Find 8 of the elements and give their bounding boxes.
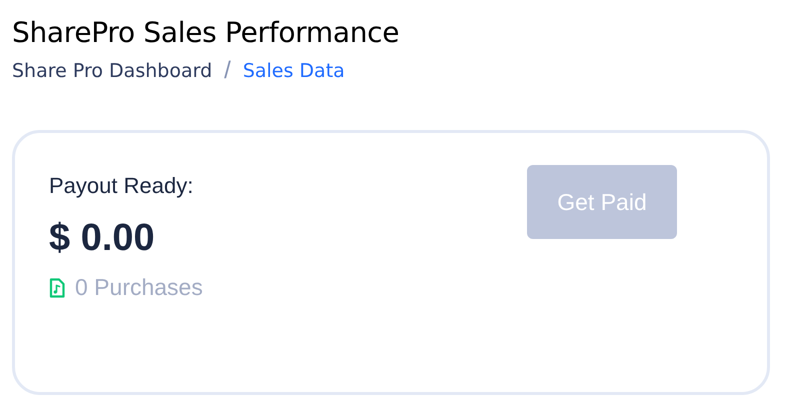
music-file-icon bbox=[49, 278, 65, 298]
page-title: SharePro Sales Performance bbox=[12, 15, 400, 51]
breadcrumb-link[interactable]: Share Pro Dashboard bbox=[12, 60, 212, 82]
purchases-count: 0 Purchases bbox=[75, 274, 203, 301]
breadcrumb-separator: / bbox=[224, 57, 231, 85]
breadcrumb-link[interactable]: Sales Data bbox=[242, 60, 345, 82]
payout-label: Payout Ready: bbox=[49, 173, 194, 199]
payout-amount: $ 0.00 bbox=[49, 217, 156, 260]
